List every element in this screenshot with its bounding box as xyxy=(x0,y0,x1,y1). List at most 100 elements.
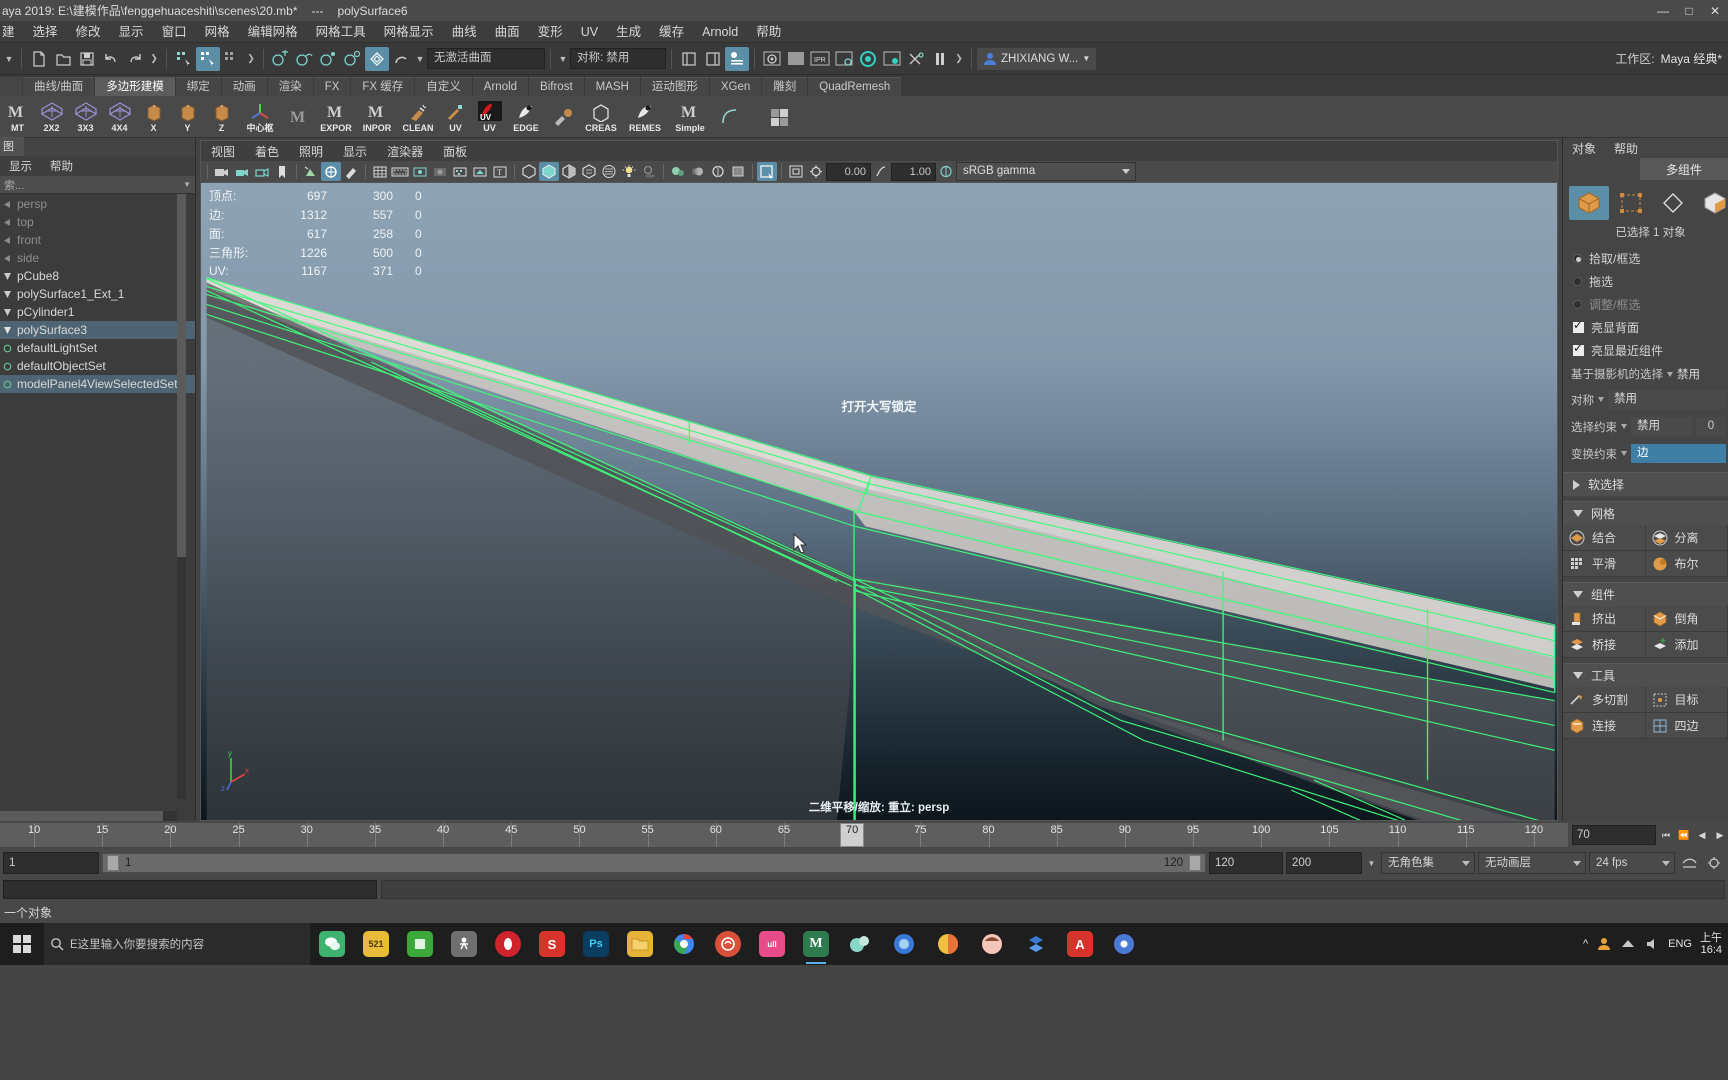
mesh-boolean-button[interactable]: 布尔 xyxy=(1645,551,1728,577)
shelf-tab-bifrost[interactable]: Bifrost xyxy=(529,77,584,96)
dropdown-symmetry[interactable]: 对称 禁用 xyxy=(1563,386,1728,413)
chevron-down-icon[interactable]: ▼ xyxy=(183,180,191,189)
menu-item-create[interactable]: 建 xyxy=(0,21,24,43)
two-d-pan-zoom-icon[interactable] xyxy=(321,162,341,181)
shelf-button-simple[interactable]: M Simple xyxy=(668,97,712,137)
current-frame-field[interactable]: 70 xyxy=(1572,825,1656,845)
menu-item-surfaces[interactable]: 曲面 xyxy=(486,21,529,43)
chevron-down-icon[interactable]: ▼ xyxy=(556,54,570,64)
redo-icon[interactable] xyxy=(123,47,147,71)
dropdown-transform-constraint[interactable]: 变换约束 边 xyxy=(1563,440,1728,467)
shelf-button-cube-grid[interactable] xyxy=(763,97,797,137)
shelf-tab-rendering[interactable]: 渲染 xyxy=(267,77,313,96)
vertex-mode-icon[interactable] xyxy=(1611,186,1651,220)
camera-attributes-icon[interactable] xyxy=(252,162,272,181)
gate-mask-icon[interactable] xyxy=(430,162,450,181)
radio-pick-marquee[interactable]: 拾取/框选 xyxy=(1563,247,1728,270)
attribute-editor-icon[interactable] xyxy=(725,46,749,71)
film-gate-icon[interactable] xyxy=(390,162,410,181)
outliner-item-defaultlightset[interactable]: defaultLightSet xyxy=(0,339,195,357)
taskbar-app-wechat[interactable] xyxy=(310,923,354,965)
shelf-button-3x3[interactable]: 3X3 xyxy=(69,97,102,137)
isolate-select-icon[interactable] xyxy=(757,162,777,181)
range-slider-bar[interactable]: 1 120 xyxy=(102,853,1206,873)
ipr-render-icon[interactable]: IPR xyxy=(808,47,832,71)
shelf-tab-quadremesh[interactable]: QuadRemesh xyxy=(808,77,902,96)
shelf-tab-custom[interactable]: 自定义 xyxy=(415,77,472,96)
taskbar-app-dropbox[interactable] xyxy=(1014,923,1058,965)
motion-blur-icon[interactable] xyxy=(688,162,708,181)
menu-item-generate[interactable]: 生成 xyxy=(607,21,650,43)
taskbar-app-notes[interactable]: 521 xyxy=(354,923,398,965)
start-button[interactable] xyxy=(0,923,44,965)
outliner-item-pcube8[interactable]: pCube8 xyxy=(0,267,195,285)
mesh-combine-button[interactable]: 结合 xyxy=(1563,525,1646,551)
range-right-grip[interactable] xyxy=(1189,855,1201,871)
text-display-icon[interactable]: T xyxy=(490,162,510,181)
snap-view-plane-icon[interactable] xyxy=(341,47,365,71)
color-space-select[interactable]: sRGB gamma xyxy=(956,162,1136,181)
outliner-item-modelpanel4viewselectedset[interactable]: modelPanel4ViewSelectedSet xyxy=(0,375,195,393)
exposure-reset-icon[interactable] xyxy=(786,162,806,181)
face-mode-icon[interactable] xyxy=(1695,186,1728,220)
wireframe-shading-icon[interactable] xyxy=(519,162,539,181)
chevron-down-icon[interactable]: ▼ xyxy=(413,54,427,64)
outliner-item-persp[interactable]: persp xyxy=(0,195,195,213)
live-surface-field[interactable]: 无激活曲面 xyxy=(427,48,545,69)
outliner-tab[interactable]: 图 xyxy=(0,137,24,156)
shelf-button-4x4[interactable]: 4X4 xyxy=(103,97,136,137)
outliner-item-pcylinder1[interactable]: pCylinder1 xyxy=(0,303,195,321)
viewport-menu-shading[interactable]: 着色 xyxy=(245,143,289,160)
color-management-icon[interactable] xyxy=(936,162,956,181)
shelf-button-mt[interactable]: M MT xyxy=(1,97,34,137)
shelf-tab-animation[interactable]: 动画 xyxy=(221,77,267,96)
shelf-button-y-axis[interactable]: Y xyxy=(171,97,204,137)
viewport-menu-show[interactable]: 显示 xyxy=(333,143,377,160)
outliner-item-defaultobjectset[interactable]: defaultObjectSet xyxy=(0,357,195,375)
playback-end-field[interactable]: 200 xyxy=(1286,852,1362,874)
play-forwards-icon[interactable]: ▶ xyxy=(1712,826,1728,844)
toggle-isolate-icon[interactable] xyxy=(904,47,928,71)
menu-item-mesh-display[interactable]: 网格显示 xyxy=(375,21,443,43)
shelf-tab-menu-icon[interactable] xyxy=(0,77,22,96)
taskbar-app-explorer[interactable] xyxy=(618,923,662,965)
animation-preferences-icon[interactable] xyxy=(1678,856,1700,870)
use-all-lights-icon[interactable] xyxy=(619,162,639,181)
open-editor-right-icon[interactable] xyxy=(701,47,725,71)
viewport-menu-renderer[interactable]: 渲染器 xyxy=(377,143,433,160)
time-slider-cursor[interactable]: 70 xyxy=(840,823,865,847)
shelf-button-import[interactable]: M INPOR xyxy=(357,97,397,137)
menu-item-uv[interactable]: UV xyxy=(572,21,607,43)
shelf-button-m1[interactable]: M xyxy=(282,97,315,137)
shelf-tab-xgen[interactable]: XGen xyxy=(709,77,762,96)
shelf-tab-arnold[interactable]: Arnold xyxy=(472,77,529,96)
multisample-aa-icon[interactable] xyxy=(708,162,728,181)
gamma-value[interactable]: 1.00 xyxy=(891,162,936,181)
grid-display-icon[interactable] xyxy=(370,162,390,181)
object-mode-icon[interactable] xyxy=(1569,186,1609,220)
open-scene-icon[interactable] xyxy=(51,47,75,71)
section-mesh[interactable]: 网格 xyxy=(1563,501,1728,525)
command-input[interactable] xyxy=(3,879,377,899)
shelf-button-remesh[interactable]: REMES xyxy=(623,97,667,137)
snap-point-icon[interactable] xyxy=(317,47,341,71)
chevron-down-icon[interactable] xyxy=(1621,451,1627,456)
select-hierarchy-icon[interactable] xyxy=(172,47,196,71)
snap-curve-icon[interactable] xyxy=(293,47,317,71)
outliner-item-front[interactable]: front xyxy=(0,231,195,249)
render-view-icon[interactable] xyxy=(880,47,904,71)
snap-grid-icon[interactable] xyxy=(269,47,293,71)
taskbar-app-blue[interactable] xyxy=(882,923,926,965)
render-settings-icon[interactable] xyxy=(832,47,856,71)
menu-item-help[interactable]: 帮助 xyxy=(747,21,790,43)
tray-language-indicator[interactable]: ENG xyxy=(1668,938,1692,950)
shelf-button-edge[interactable]: EDGE xyxy=(507,97,545,137)
shelf-button-curve[interactable] xyxy=(713,97,746,137)
shelf-tab-fx[interactable]: FX xyxy=(313,77,351,96)
new-scene-icon[interactable] xyxy=(27,47,51,71)
outliner-search-bar[interactable]: 索... ▼ xyxy=(0,176,195,194)
tray-user-icon[interactable] xyxy=(1596,937,1612,951)
user-account-chip[interactable]: ZHIXIANG W... ▼ xyxy=(977,47,1097,70)
taskbar-search-box[interactable]: E这里输入你要搜索的内容 xyxy=(44,923,310,965)
smooth-shading-icon[interactable] xyxy=(539,162,559,181)
